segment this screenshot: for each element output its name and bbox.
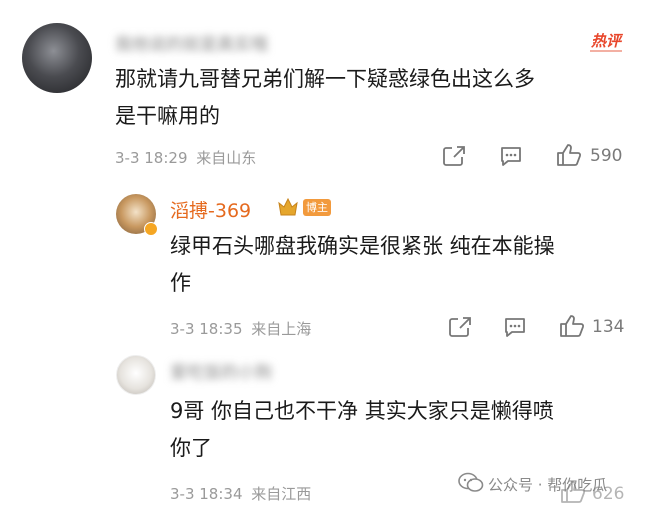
reply-text-line-1: 绿甲石头哪盘我确实是很紧张 纯在本能操 xyxy=(170,234,555,258)
comment-text-line-1: 那就请九哥替兄弟们解一下疑惑绿色出这么多 xyxy=(115,67,535,91)
comment-time: 3-3 18:29 xyxy=(115,149,188,167)
like-icon[interactable] xyxy=(559,314,585,338)
reply-time: 3-3 18:35 xyxy=(170,320,243,338)
share-icon[interactable] xyxy=(442,145,466,167)
reply-meta: 3-3 18:35 来自上海 xyxy=(170,318,311,339)
comment-location: 来自山东 xyxy=(196,149,257,167)
reply-text-line-2: 作 xyxy=(170,271,191,295)
like-count: 134 xyxy=(592,317,625,337)
like-count: 626 xyxy=(592,484,625,504)
hot-comment-badge: 热评 xyxy=(590,32,623,52)
reply-location: 来自江西 xyxy=(251,485,312,503)
avatar[interactable] xyxy=(116,355,156,395)
reply-meta: 3-3 18:34 来自江西 xyxy=(170,483,311,504)
avatar[interactable] xyxy=(22,23,92,93)
reply-username[interactable]: 滔搏-369 xyxy=(170,196,251,223)
like-icon[interactable] xyxy=(560,480,586,504)
like-icon[interactable] xyxy=(556,143,582,167)
reply-time: 3-3 18:34 xyxy=(170,485,243,503)
comment-icon[interactable] xyxy=(499,145,523,167)
reply-location: 来自上海 xyxy=(251,320,312,338)
reply-text-line-1: 9哥 你自己也不干净 其实大家只是懒得喷 xyxy=(170,399,554,423)
comment-meta: 3-3 18:29 来自山东 xyxy=(115,147,256,168)
like-count: 590 xyxy=(590,146,623,166)
reply-username[interactable]: 爱吃饭的小狗 xyxy=(170,358,272,383)
share-icon[interactable] xyxy=(448,316,472,338)
wechat-icon xyxy=(458,472,484,494)
reply-text-line-2: 你了 xyxy=(170,436,212,460)
crown-icon xyxy=(277,197,299,217)
verified-badge xyxy=(144,222,158,236)
comment-username[interactable]: 我他说的就是真实哦 xyxy=(115,30,268,55)
host-badge: 博主 xyxy=(303,199,331,216)
comment-text-line-2: 是干嘛用的 xyxy=(115,104,220,128)
watermark: 公众号 · 帮你吃瓜 xyxy=(488,476,608,494)
comment-icon[interactable] xyxy=(503,316,527,338)
